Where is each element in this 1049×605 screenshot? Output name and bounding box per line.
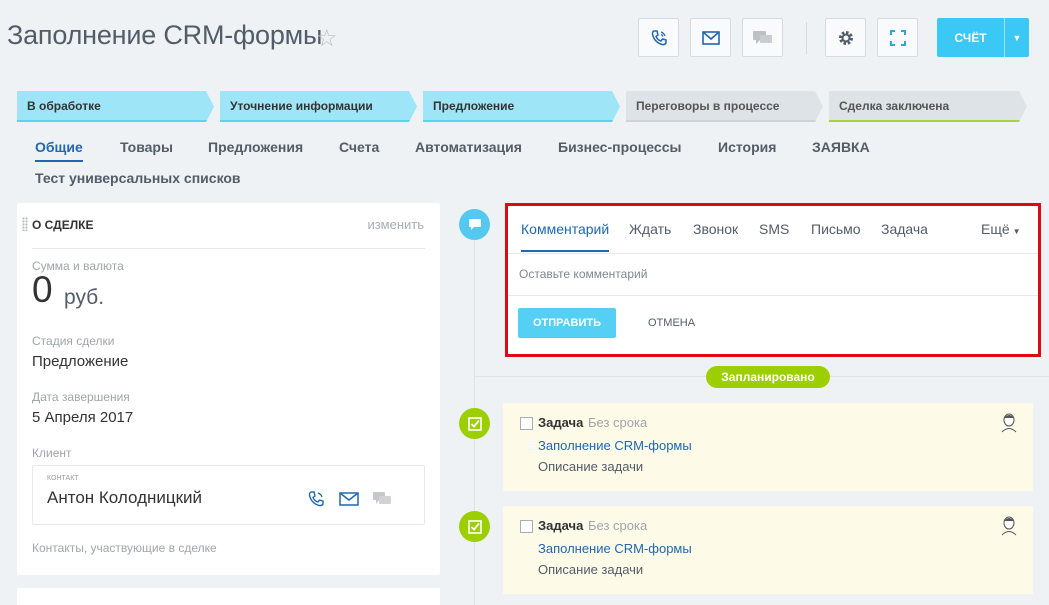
currency-value: руб.	[64, 286, 105, 309]
contact-block: КОНТАКТ Антон Колодницкий	[32, 465, 425, 525]
task-type: Задача	[538, 518, 584, 533]
task-marker	[459, 511, 490, 542]
header-divider	[806, 22, 807, 54]
stage-label: Уточнение информации	[230, 98, 373, 113]
tab-call[interactable]: Звонок	[693, 221, 738, 237]
second-card	[17, 588, 440, 605]
editor-tabs: Комментарий Ждать Звонок SMS Письмо Зада…	[508, 206, 1038, 254]
stage-field-label: Стадия сделки	[32, 334, 115, 348]
divider	[32, 248, 425, 249]
client-label: Клиент	[32, 446, 72, 460]
tab-invoices[interactable]: Счета	[339, 139, 379, 155]
comment-icon	[468, 219, 481, 230]
stage-proposal[interactable]: Предложение	[423, 91, 620, 122]
task-check-icon	[467, 519, 482, 534]
phone-icon	[651, 29, 667, 45]
stage-processing[interactable]: В обработке	[17, 91, 214, 122]
expand-icon	[889, 29, 906, 46]
send-button[interactable]: ОТПРАВИТЬ	[518, 308, 616, 338]
stage-won[interactable]: Сделка заключена	[829, 91, 1027, 122]
stage-clarification[interactable]: Уточнение информации	[220, 91, 417, 122]
contact-name[interactable]: Антон Колодницкий	[47, 488, 202, 508]
stage-bar: В обработке Уточнение информации Предлож…	[17, 91, 1027, 122]
more-label: Ещё	[981, 221, 1010, 237]
tab-business-processes[interactable]: Бизнес-процессы	[558, 139, 681, 155]
comment-marker	[459, 209, 490, 240]
contact-tag: КОНТАКТ	[47, 475, 79, 482]
account-button[interactable]: СЧЁТ ▼	[937, 18, 1029, 57]
page-title: Заполнение CRM-формы	[7, 20, 323, 50]
participants-label: Контакты, участвующие в сделке	[32, 541, 217, 555]
task-description: Описание задачи	[538, 459, 644, 474]
task-link[interactable]: Заполнение CRM-формы	[538, 438, 692, 453]
card-title: О СДЕЛКЕ	[32, 218, 94, 232]
phone-icon[interactable]	[306, 490, 326, 508]
planned-badge: Запланировано	[706, 366, 830, 388]
gear-icon	[838, 30, 853, 45]
tab-automation[interactable]: Автоматизация	[415, 139, 522, 155]
chat-icon[interactable]	[372, 490, 392, 508]
drag-handle-icon[interactable]	[22, 217, 28, 231]
stage-label: Сделка заключена	[839, 98, 950, 113]
close-date-label: Дата завершения	[32, 390, 130, 404]
stage-field-value: Предложение	[32, 353, 129, 370]
tab-offers[interactable]: Предложения	[208, 139, 303, 155]
envelope-icon[interactable]	[339, 490, 359, 508]
tab-universal-lists[interactable]: Тест универсальных списков	[35, 170, 241, 186]
more-menu[interactable]: Ещё ▼	[981, 221, 1021, 237]
tab-comment[interactable]: Комментарий	[521, 221, 610, 252]
task-check-icon	[467, 416, 482, 431]
star-icon[interactable]: ☆	[316, 24, 338, 53]
task-deadline: Без срока	[588, 518, 648, 533]
stage-negotiation[interactable]: Переговоры в процессе	[626, 91, 823, 122]
tab-email[interactable]: Письмо	[811, 221, 861, 237]
call-button[interactable]	[638, 18, 679, 57]
task-checkbox[interactable]	[520, 520, 533, 533]
avatar[interactable]	[1000, 515, 1018, 536]
cancel-button[interactable]: ОТМЕНА	[648, 317, 695, 329]
task-checkbox[interactable]	[520, 417, 533, 430]
chat-button[interactable]	[742, 18, 783, 57]
stage-label: Предложение	[433, 98, 515, 113]
activity-editor: Комментарий Ждать Звонок SMS Письмо Зада…	[505, 203, 1041, 357]
chevron-down-icon[interactable]: ▼	[1004, 18, 1029, 57]
envelope-icon	[701, 30, 720, 45]
task-link[interactable]: Заполнение CRM-формы	[538, 541, 692, 556]
stage-label: Переговоры в процессе	[636, 98, 780, 113]
task-description: Описание задачи	[538, 562, 644, 577]
deal-info-card: О СДЕЛКЕ изменить Сумма и валюта 0 руб. …	[17, 203, 440, 575]
close-date-value: 5 Апреля 2017	[32, 409, 134, 426]
tab-general[interactable]: Общие	[35, 139, 83, 162]
email-button[interactable]	[690, 18, 731, 57]
task-item: Задача Без срока Заполнение CRM-формы Оп…	[503, 506, 1033, 594]
avatar[interactable]	[1000, 412, 1018, 433]
tab-products[interactable]: Товары	[120, 139, 173, 155]
account-button-label: СЧЁТ	[954, 30, 987, 45]
tab-request[interactable]: ЗАЯВКА	[812, 139, 870, 155]
chat-icon	[752, 30, 772, 44]
settings-button[interactable]	[825, 18, 866, 57]
task-deadline: Без срока	[588, 415, 648, 430]
fullscreen-button[interactable]	[877, 18, 918, 57]
tab-wait[interactable]: Ждать	[629, 221, 671, 237]
amount-value: 0	[32, 269, 53, 310]
stage-label: В обработке	[27, 98, 101, 113]
tab-sms[interactable]: SMS	[759, 221, 789, 237]
tab-task[interactable]: Задача	[881, 221, 928, 237]
edit-link[interactable]: изменить	[367, 217, 424, 232]
comment-input[interactable]: Оставьте комментарий	[519, 267, 647, 281]
task-item: Задача Без срока Заполнение CRM-формы Оп…	[503, 403, 1033, 491]
divider	[508, 295, 1038, 296]
task-marker	[459, 408, 490, 439]
chevron-down-icon: ▼	[1012, 227, 1021, 236]
task-type: Задача	[538, 415, 584, 430]
tab-history[interactable]: История	[718, 139, 776, 155]
